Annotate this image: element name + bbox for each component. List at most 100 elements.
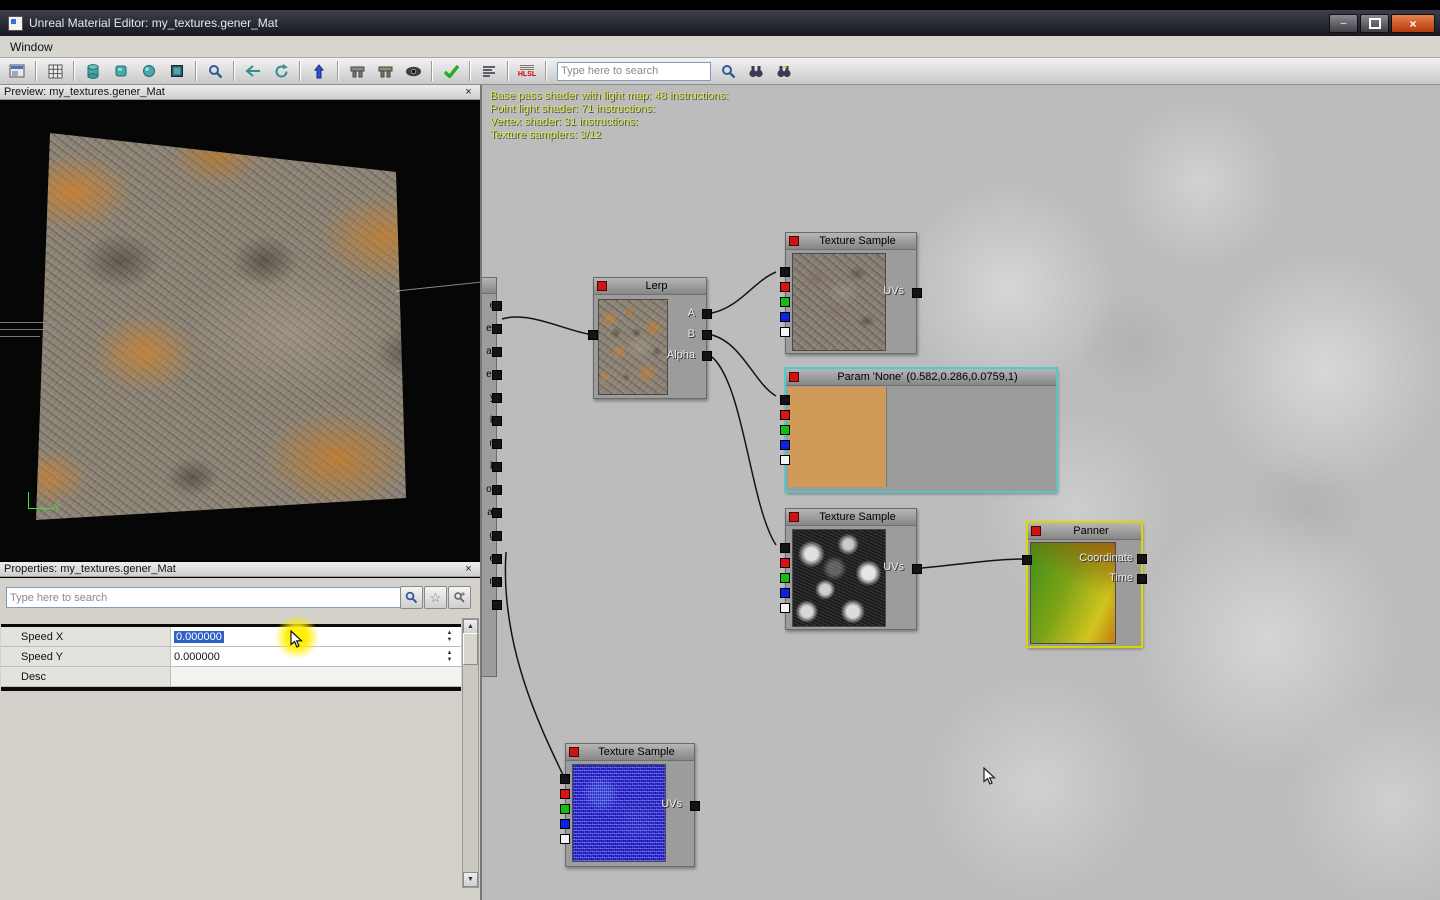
apply-changes-button[interactable]	[437, 59, 465, 83]
node-material-root[interactable]: e er ar er y k n k or al g e n t	[482, 277, 497, 677]
property-row-speed-y[interactable]: Speed Y 0.000000 ▲▼	[1, 647, 461, 667]
material-input-connector[interactable]	[492, 554, 502, 564]
find-next-button[interactable]	[742, 59, 770, 83]
preview-cube-button[interactable]	[107, 59, 135, 83]
realtime-preview-toggle[interactable]	[569, 747, 579, 757]
toggle-grid-button[interactable]	[41, 59, 69, 83]
panner-output-connector[interactable]	[1022, 555, 1032, 565]
lerp-input-b-connector[interactable]	[702, 330, 712, 340]
blue-output-connector[interactable]	[780, 440, 790, 450]
speed-y-value[interactable]: 0.000000	[174, 651, 220, 663]
preview-cylinder-button[interactable]	[79, 59, 107, 83]
realtime-preview-toggle[interactable]	[1031, 526, 1041, 536]
rgb-output-connector[interactable]	[780, 395, 790, 405]
node-panner[interactable]: Panner Coordinate Time	[1027, 522, 1142, 647]
properties-close-icon[interactable]: ×	[462, 563, 475, 576]
red-output-connector[interactable]	[780, 282, 790, 292]
menu-window[interactable]: Window	[0, 38, 63, 56]
time-input-connector[interactable]	[1137, 574, 1147, 584]
red-output-connector[interactable]	[560, 789, 570, 799]
blue-output-connector[interactable]	[780, 312, 790, 322]
coordinate-input-connector[interactable]	[1137, 554, 1147, 564]
preview-viewport[interactable]: Y	[0, 100, 481, 560]
alpha-output-connector[interactable]	[780, 327, 790, 337]
material-input-connector[interactable]	[492, 600, 502, 610]
node-vector-parameter[interactable]: Param 'None' (0.582,0.286,0.0759,1)	[785, 368, 1057, 492]
toggle-realtime-button[interactable]	[267, 59, 295, 83]
green-output-connector[interactable]	[780, 425, 790, 435]
lerp-input-a-connector[interactable]	[702, 309, 712, 319]
scroll-up-button[interactable]: ▲	[463, 619, 478, 634]
realtime-preview-toggle[interactable]	[789, 236, 799, 246]
material-input-connector[interactable]	[492, 301, 502, 311]
rgb-output-connector[interactable]	[560, 774, 570, 784]
title-bar[interactable]: Unreal Material Editor: my_textures.gene…	[0, 10, 1440, 36]
properties-search-button[interactable]	[400, 586, 423, 609]
alpha-output-connector[interactable]	[560, 834, 570, 844]
property-row-speed-x[interactable]: Speed X 0.000000 ▲▼	[1, 627, 461, 647]
alpha-output-connector[interactable]	[780, 455, 790, 465]
material-input-connector[interactable]	[492, 462, 502, 472]
realtime-preview-toggle[interactable]	[597, 281, 607, 291]
scroll-down-button[interactable]: ▼	[463, 872, 478, 887]
material-input-connector[interactable]	[492, 439, 502, 449]
find-previous-button[interactable]	[770, 59, 798, 83]
material-graph-canvas[interactable]: Base pass shader with light map: 48 inst…	[482, 85, 1440, 900]
rgb-output-connector[interactable]	[780, 543, 790, 553]
favorites-button[interactable]: ☆	[424, 586, 447, 609]
node-header[interactable]: Lerp	[594, 278, 706, 295]
use-current-texture-button[interactable]	[305, 59, 333, 83]
scrollbar-thumb[interactable]	[463, 633, 478, 665]
green-output-connector[interactable]	[780, 573, 790, 583]
material-input-connector[interactable]	[492, 508, 502, 518]
blue-output-connector[interactable]	[780, 588, 790, 598]
material-input-connector[interactable]	[492, 370, 502, 380]
zoom-to-fit-button[interactable]	[201, 59, 229, 83]
maximize-button[interactable]	[1360, 14, 1389, 33]
view-hlsl-button[interactable]: HLSL	[513, 59, 541, 83]
speed-x-value[interactable]: 0.000000	[174, 631, 224, 643]
realtime-preview-toggle[interactable]	[789, 372, 799, 382]
properties-search-input[interactable]	[6, 587, 402, 608]
green-output-connector[interactable]	[560, 804, 570, 814]
red-output-connector[interactable]	[780, 410, 790, 420]
uvs-input-connector[interactable]	[912, 288, 922, 298]
node-header[interactable]: Texture Sample	[566, 744, 694, 761]
material-input-connector[interactable]	[492, 416, 502, 426]
toggle-preview-background-button[interactable]	[3, 59, 31, 83]
red-output-connector[interactable]	[780, 558, 790, 568]
node-lerp[interactable]: Lerp A B Alpha	[593, 277, 707, 399]
node-header[interactable]: Panner	[1028, 523, 1141, 540]
lerp-input-alpha-connector[interactable]	[702, 351, 712, 361]
material-input-connector[interactable]	[492, 393, 502, 403]
node-texture-sample-bottom[interactable]: Texture Sample UVs	[565, 743, 695, 867]
material-input-connector[interactable]	[492, 347, 502, 357]
preview-sphere-button[interactable]	[135, 59, 163, 83]
speed-x-field[interactable]: 0.000000	[171, 627, 461, 646]
hide-unconnected-button[interactable]	[399, 59, 427, 83]
node-header[interactable]: Param 'None' (0.582,0.286,0.0759,1)	[786, 369, 1056, 386]
clamp-texture-button[interactable]	[343, 59, 371, 83]
alpha-output-connector[interactable]	[780, 603, 790, 613]
properties-scrollbar[interactable]: ▲ ▼	[462, 618, 479, 888]
green-output-connector[interactable]	[780, 297, 790, 307]
close-button[interactable]: ×	[1391, 14, 1435, 33]
material-input-connector[interactable]	[492, 531, 502, 541]
desc-field[interactable]	[171, 667, 461, 686]
node-header[interactable]	[482, 278, 496, 294]
blue-output-connector[interactable]	[560, 819, 570, 829]
property-row-desc[interactable]: Desc	[1, 667, 461, 687]
node-header[interactable]: Texture Sample	[786, 233, 916, 250]
preview-plane-button[interactable]	[163, 59, 191, 83]
node-texture-sample-top[interactable]: Texture Sample UVs	[785, 232, 917, 354]
uvs-input-connector[interactable]	[690, 801, 700, 811]
node-header[interactable]: Texture Sample	[786, 509, 916, 526]
clamp-texture-alt-button[interactable]	[371, 59, 399, 83]
toolbar-search-button[interactable]	[714, 59, 742, 83]
speed-x-spinner[interactable]: ▲▼	[444, 628, 455, 645]
search-options-button[interactable]	[448, 586, 471, 609]
back-button[interactable]	[239, 59, 267, 83]
toolbar-search-input[interactable]	[557, 62, 711, 81]
preview-close-icon[interactable]: ×	[462, 86, 475, 99]
material-input-connector[interactable]	[492, 324, 502, 334]
